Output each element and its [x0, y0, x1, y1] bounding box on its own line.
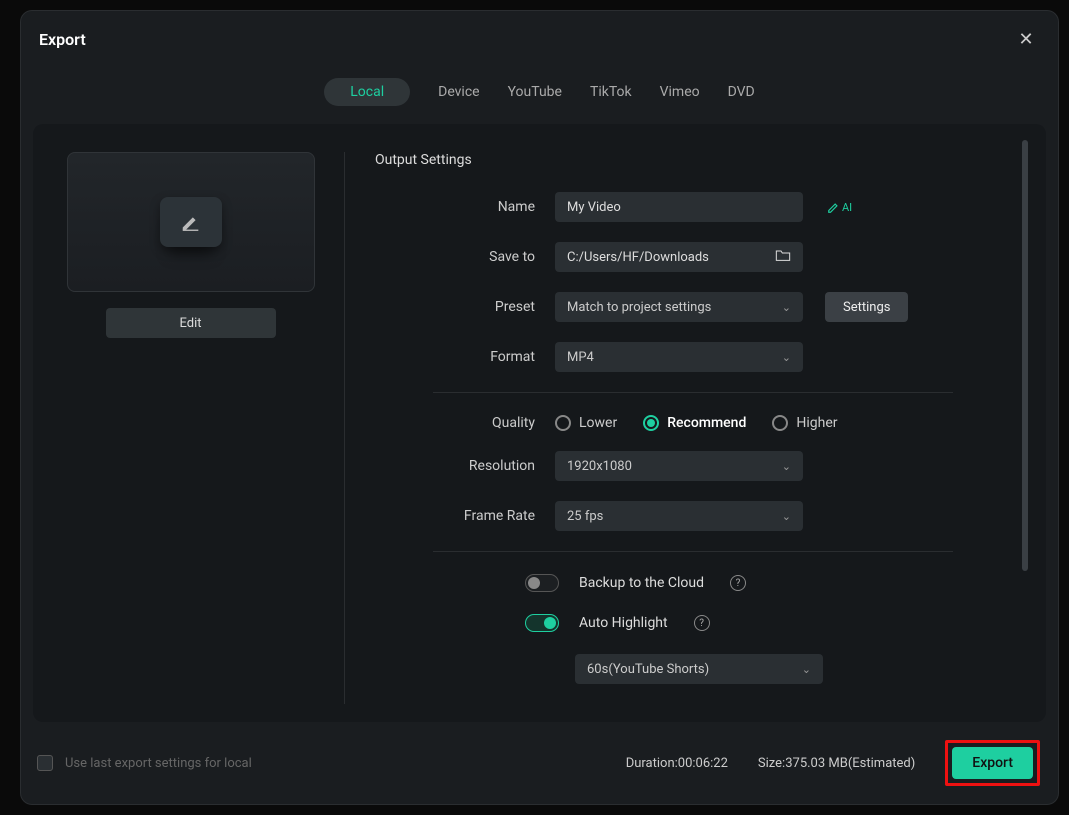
divider [433, 551, 953, 552]
video-thumbnail[interactable] [67, 152, 315, 292]
settings-column: Output Settings Name AI Save to C:/Users… [345, 152, 1026, 704]
edit-button[interactable]: Edit [106, 308, 276, 338]
chevron-down-icon: ⌄ [782, 460, 791, 473]
format-value: MP4 [567, 350, 594, 365]
format-label: Format [375, 349, 555, 365]
backup-label: Backup to the Cloud [579, 575, 704, 591]
quality-higher[interactable]: Higher [772, 415, 837, 431]
name-label: Name [375, 199, 555, 215]
use-last-checkbox[interactable] [37, 755, 53, 771]
saveto-label: Save to [375, 249, 555, 265]
tab-dvd[interactable]: DVD [728, 78, 755, 106]
chevron-down-icon: ⌄ [782, 351, 791, 364]
preview-column: Edit [65, 152, 345, 704]
preset-value: Match to project settings [567, 300, 711, 315]
tab-youtube[interactable]: YouTube [508, 78, 562, 106]
export-highlight-box: Export [945, 740, 1040, 786]
chevron-down-icon: ⌄ [782, 301, 791, 314]
resolution-dropdown[interactable]: 1920x1080 ⌄ [555, 451, 803, 481]
ai-rename-icon[interactable]: AI [827, 200, 852, 214]
export-tabs: Local Device YouTube TikTok Vimeo DVD [21, 60, 1058, 124]
quality-radio-group: Lower Recommend Higher [555, 415, 838, 431]
scrollbar-thumb[interactable] [1022, 140, 1028, 571]
duration-info: Duration:00:06:22 [626, 756, 728, 771]
tab-tiktok[interactable]: TikTok [590, 78, 632, 106]
export-modal: Export ✕ Local Device YouTube TikTok Vim… [20, 10, 1059, 805]
divider [433, 392, 953, 393]
modal-header: Export ✕ [21, 11, 1058, 60]
preset-dropdown[interactable]: Match to project settings ⌄ [555, 292, 803, 322]
section-title: Output Settings [375, 152, 1010, 168]
quality-recommend[interactable]: Recommend [643, 415, 746, 431]
preset-label: Preset [375, 299, 555, 315]
framerate-value: 25 fps [567, 509, 603, 524]
saveto-field[interactable]: C:/Users/HF/Downloads [555, 242, 803, 272]
resolution-label: Resolution [375, 458, 555, 474]
framerate-label: Frame Rate [375, 508, 555, 524]
framerate-dropdown[interactable]: 25 fps ⌄ [555, 501, 803, 531]
modal-title: Export [39, 30, 86, 49]
settings-button[interactable]: Settings [825, 292, 908, 322]
export-button[interactable]: Export [952, 747, 1033, 779]
highlight-preset-dropdown[interactable]: 60s(YouTube Shorts) ⌄ [575, 654, 823, 684]
close-icon[interactable]: ✕ [1016, 29, 1036, 50]
quality-label: Quality [375, 415, 555, 431]
quality-lower[interactable]: Lower [555, 415, 617, 431]
help-icon[interactable]: ? [694, 615, 710, 631]
pencil-icon [160, 197, 222, 247]
tab-local[interactable]: Local [324, 78, 410, 106]
help-icon[interactable]: ? [730, 575, 746, 591]
content-panel: Edit Output Settings Name AI Save to C:/… [33, 124, 1046, 722]
tab-vimeo[interactable]: Vimeo [660, 78, 700, 106]
resolution-value: 1920x1080 [567, 459, 632, 474]
modal-footer: Use last export settings for local Durat… [21, 722, 1058, 804]
backup-toggle[interactable] [525, 574, 559, 592]
saveto-value: C:/Users/HF/Downloads [567, 250, 709, 265]
folder-icon[interactable] [775, 248, 791, 266]
highlight-preset-value: 60s(YouTube Shorts) [587, 662, 709, 677]
format-dropdown[interactable]: MP4 ⌄ [555, 342, 803, 372]
size-info: Size:375.03 MB(Estimated) [758, 756, 915, 771]
name-input[interactable] [555, 192, 803, 222]
scrollbar[interactable] [1022, 140, 1028, 666]
use-last-label: Use last export settings for local [65, 756, 252, 771]
chevron-down-icon: ⌄ [802, 663, 811, 676]
highlight-label: Auto Highlight [579, 615, 668, 631]
highlight-toggle[interactable] [525, 614, 559, 632]
chevron-down-icon: ⌄ [782, 510, 791, 523]
tab-device[interactable]: Device [438, 78, 479, 106]
